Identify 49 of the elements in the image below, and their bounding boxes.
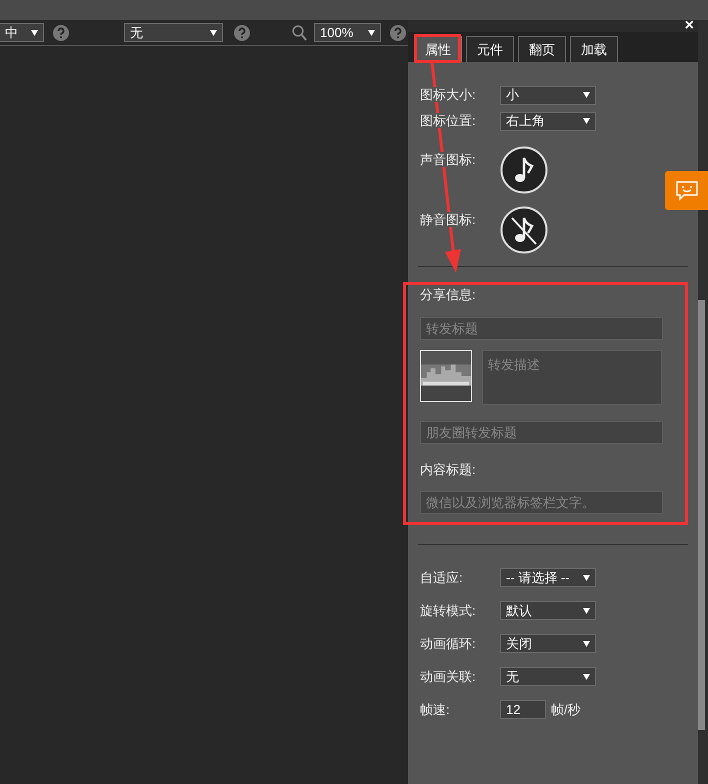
muted-note-icon[interactable] bbox=[500, 206, 548, 254]
frame-rate-field[interactable]: 12 bbox=[500, 700, 546, 719]
share-description-field[interactable]: 转发描述 bbox=[482, 350, 662, 404]
dropdown-arrow-icon bbox=[583, 674, 590, 680]
music-note-icon[interactable] bbox=[500, 146, 548, 194]
setting-select[interactable]: 关闭 bbox=[500, 634, 596, 653]
setting-select[interactable]: 默认 bbox=[500, 601, 596, 620]
field-label: 旋转模式: bbox=[420, 602, 477, 620]
help-icon[interactable] bbox=[234, 24, 250, 40]
panel-tab[interactable]: 翻页 bbox=[518, 36, 566, 62]
align-select[interactable]: 中 bbox=[0, 23, 44, 42]
dropdown-arrow-icon bbox=[31, 30, 38, 36]
unit-label: 帧/秒 bbox=[551, 700, 581, 719]
field-label: 自适应: bbox=[420, 568, 464, 587]
setting-select[interactable]: 无 bbox=[500, 667, 596, 686]
share-title-field[interactable]: 转发标题 bbox=[420, 316, 663, 340]
help-icon[interactable] bbox=[390, 24, 406, 40]
icon-select[interactable]: 小 bbox=[500, 86, 596, 104]
setting-select[interactable]: -- 请选择 -- bbox=[500, 568, 596, 587]
icon-select[interactable]: 右上角 bbox=[500, 112, 596, 130]
dropdown-arrow-icon bbox=[583, 118, 590, 124]
section-heading: 分享信息: bbox=[420, 286, 477, 304]
dropdown-arrow-icon bbox=[583, 640, 590, 646]
field-label: 动画循环: bbox=[420, 634, 477, 653]
option-select[interactable]: 无 bbox=[124, 23, 223, 42]
field-label: 声音图标: bbox=[420, 152, 476, 167]
field-label: 动画关联: bbox=[420, 668, 477, 686]
dropdown-arrow-icon bbox=[210, 30, 217, 36]
help-icon[interactable] bbox=[53, 24, 69, 40]
dropdown-arrow-icon bbox=[583, 608, 590, 614]
field-label: 图标大小: bbox=[420, 87, 476, 102]
section-heading: 内容标题: bbox=[420, 460, 477, 478]
zoom-select[interactable]: 100% bbox=[314, 23, 381, 42]
zoom-icon[interactable] bbox=[292, 24, 307, 40]
dropdown-arrow-icon bbox=[368, 30, 375, 36]
moments-title-field[interactable]: 朋友圈转发标题 bbox=[420, 420, 663, 444]
scrollbar-thumb[interactable] bbox=[698, 300, 705, 730]
dropdown-arrow-icon bbox=[583, 574, 590, 580]
chat-button[interactable] bbox=[665, 171, 708, 210]
annotation-box bbox=[414, 34, 461, 63]
dropdown-arrow-icon bbox=[583, 92, 590, 98]
content-title-field[interactable]: 微信以及浏览器标签栏文字。 bbox=[420, 491, 663, 514]
field-label: 图标位置: bbox=[420, 113, 476, 128]
panel-tab[interactable]: 元件 bbox=[466, 36, 514, 62]
panel-tab[interactable]: 加载 bbox=[570, 36, 618, 62]
field-label: 静音图标: bbox=[420, 212, 476, 227]
close-button[interactable]: × bbox=[684, 18, 694, 34]
smiley-chat-icon bbox=[674, 180, 698, 202]
field-label: 帧速: bbox=[420, 700, 451, 719]
